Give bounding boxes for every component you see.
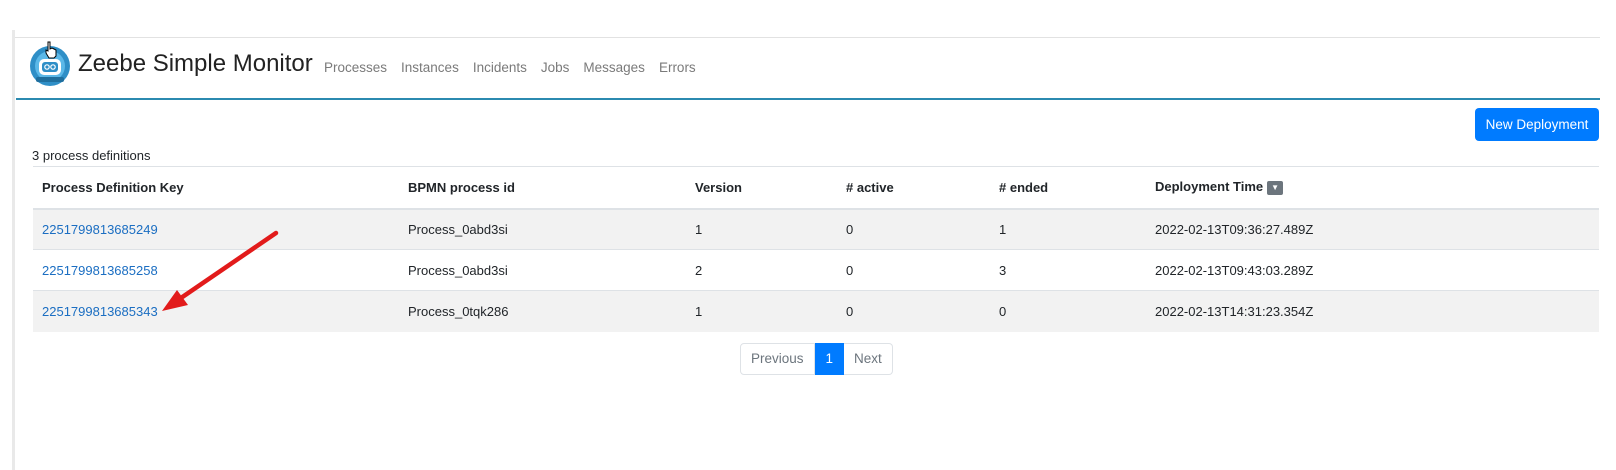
active-cell: 0 — [837, 290, 990, 332]
table-row: 2251799813685249 Process_0abd3si 1 0 1 2… — [33, 208, 1599, 250]
version-cell: 1 — [686, 208, 837, 250]
process-key-link[interactable]: 2251799813685343 — [42, 304, 158, 319]
page-1-button[interactable]: 1 — [814, 343, 845, 375]
process-key-link[interactable]: 2251799813685249 — [42, 222, 158, 237]
caret-down-icon[interactable]: ▼ — [1267, 181, 1284, 196]
header-deployment-time-label: Deployment Time — [1155, 179, 1264, 195]
header-active[interactable]: # active — [837, 166, 990, 210]
process-key-link[interactable]: 2251799813685258 — [42, 263, 158, 278]
ended-cell: 3 — [990, 249, 1146, 291]
nav-jobs[interactable]: Jobs — [541, 60, 570, 75]
deployment-time-cell: 2022-02-13T09:36:27.489Z — [1146, 208, 1599, 250]
hand-cursor-icon — [45, 41, 57, 59]
header-bpmn-process-id[interactable]: BPMN process id — [399, 166, 686, 210]
header-ended[interactable]: # ended — [990, 166, 1146, 210]
version-cell: 2 — [686, 249, 837, 291]
nav-messages[interactable]: Messages — [583, 60, 645, 75]
header-version[interactable]: Version — [686, 166, 837, 210]
new-deployment-button[interactable]: New Deployment — [1475, 108, 1599, 141]
app-title[interactable]: Zeebe Simple Monitor — [78, 50, 313, 78]
deployment-time-cell: 2022-02-13T14:31:23.354Z — [1146, 290, 1599, 332]
version-cell: 1 — [686, 290, 837, 332]
nav-processes[interactable]: Processes — [324, 60, 387, 75]
nav-errors[interactable]: Errors — [659, 60, 696, 75]
table-header-row: Process Definition Key BPMN process id V… — [33, 166, 1599, 210]
main-nav: Processes Instances Incidents Jobs Messa… — [324, 60, 710, 75]
table-row: 2251799813685343 Process_0tqk286 1 0 0 2… — [33, 290, 1599, 332]
process-definitions-table: Process Definition Key BPMN process id V… — [33, 166, 1599, 332]
header-process-definition-key[interactable]: Process Definition Key — [33, 166, 399, 210]
header-deployment-time[interactable]: Deployment Time ▼ — [1146, 166, 1599, 210]
page-left-border — [12, 30, 15, 470]
bpmn-process-id-cell: Process_0abd3si — [399, 208, 686, 250]
table-row: 2251799813685258 Process_0abd3si 2 0 3 2… — [33, 249, 1599, 291]
active-cell: 0 — [837, 208, 990, 250]
deployment-time-cell: 2022-02-13T09:43:03.289Z — [1146, 249, 1599, 291]
ended-cell: 1 — [990, 208, 1146, 250]
nav-instances[interactable]: Instances — [401, 60, 459, 75]
pagination: Previous 1 Next — [740, 343, 893, 375]
bpmn-process-id-cell: Process_0abd3si — [399, 249, 686, 291]
nav-incidents[interactable]: Incidents — [473, 60, 527, 75]
next-page-button[interactable]: Next — [844, 343, 893, 375]
bpmn-process-id-cell: Process_0tqk286 — [399, 290, 686, 332]
navbar: Zeebe Simple Monitor Processes Instances… — [16, 38, 1600, 100]
ended-cell: 0 — [990, 290, 1146, 332]
active-cell: 0 — [837, 249, 990, 291]
previous-page-button[interactable]: Previous — [740, 343, 815, 375]
process-count-label: 3 process definitions — [32, 148, 151, 163]
